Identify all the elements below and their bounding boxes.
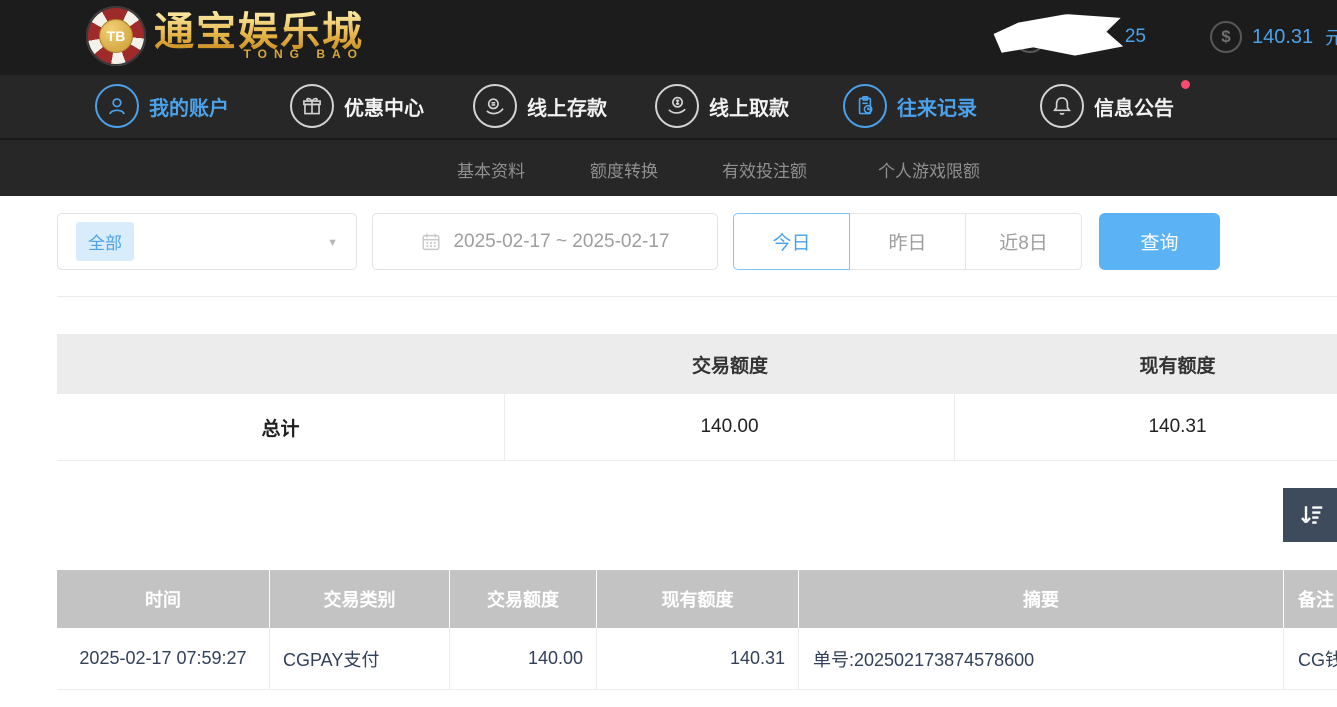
summary-header-empty bbox=[57, 334, 505, 394]
username-visible-suffix: 25 bbox=[1125, 26, 1146, 48]
quick-today-button[interactable]: 今日 bbox=[733, 213, 850, 270]
record-summary: 单号:202502173874578600 bbox=[799, 628, 1284, 689]
balance-display[interactable]: $ 140.31 元 bbox=[1210, 21, 1337, 53]
records-header-row: 时间 交易类别 交易额度 现有额度 摘要 备注 bbox=[57, 570, 1337, 628]
page: TB 通宝娱乐城 TONG BAO 25 $ 140.31 元 bbox=[0, 0, 1337, 707]
quick-date-buttons: 今日 昨日 近8日 bbox=[733, 213, 1082, 270]
type-select[interactable]: 全部 ▼ bbox=[57, 213, 357, 270]
username-masked: 25 bbox=[1054, 21, 1146, 53]
record-amount: 140.00 bbox=[450, 628, 597, 689]
nav-item-promotions[interactable]: 优惠中心 bbox=[290, 84, 424, 128]
subnav-quota-transfer[interactable]: 额度转换 bbox=[590, 157, 658, 182]
deposit-icon bbox=[473, 84, 517, 128]
chip-monogram: TB bbox=[99, 19, 133, 53]
quick-last8days-button[interactable]: 近8日 bbox=[965, 213, 1082, 270]
brand-logo[interactable]: TB 通宝娱乐城 TONG BAO bbox=[86, 6, 364, 66]
date-range-value: 2025-02-17 ~ 2025-02-17 bbox=[453, 231, 669, 253]
records-header-type: 交易类别 bbox=[270, 570, 450, 628]
records-header-time: 时间 bbox=[57, 570, 270, 628]
dropdown-caret-icon: ▼ bbox=[327, 237, 338, 249]
redaction-scribble bbox=[992, 10, 1123, 63]
withdraw-icon bbox=[655, 84, 699, 128]
calendar-icon bbox=[420, 231, 442, 253]
records-header-balance: 现有额度 bbox=[597, 570, 799, 628]
subnav-personal-game-limit[interactable]: 个人游戏限额 bbox=[878, 157, 980, 182]
main-navigation: 我的账户 优惠中心 线上存款 bbox=[0, 75, 1337, 138]
summary-total-balance: 140.31 bbox=[955, 394, 1337, 460]
dollar-icon: $ bbox=[1210, 21, 1242, 53]
query-button[interactable]: 查询 bbox=[1099, 213, 1220, 270]
brand-name-en: TONG BAO bbox=[244, 47, 364, 61]
records-table: 时间 交易类别 交易额度 现有额度 摘要 备注 2025-02-17 07:59… bbox=[57, 570, 1337, 690]
summary-header-balance: 现有额度 bbox=[955, 334, 1337, 394]
balance-amount: 140.31 bbox=[1252, 26, 1313, 49]
user-icon bbox=[95, 84, 139, 128]
nav-item-announcements[interactable]: 信息公告 bbox=[1040, 84, 1174, 128]
sub-navigation: 基本资料 额度转换 有效投注额 个人游戏限额 bbox=[0, 138, 1337, 196]
brand-text: 通宝娱乐城 TONG BAO bbox=[154, 11, 364, 61]
gift-icon bbox=[290, 84, 334, 128]
nav-item-online-withdraw[interactable]: 线上取款 bbox=[655, 84, 789, 128]
records-icon bbox=[843, 84, 887, 128]
records-header-summary: 摘要 bbox=[799, 570, 1284, 628]
record-type: CGPAY支付 bbox=[270, 628, 450, 689]
horizontal-divider bbox=[57, 296, 1337, 297]
type-selected-tag: 全部 bbox=[76, 222, 134, 261]
summary-header-row: 交易额度 现有额度 bbox=[57, 334, 1337, 394]
nav-item-my-account[interactable]: 我的账户 bbox=[95, 84, 229, 128]
record-time: 2025-02-17 07:59:27 bbox=[57, 628, 270, 689]
record-balance: 140.31 bbox=[597, 628, 799, 689]
summary-total-row: 总计 140.00 140.31 bbox=[57, 394, 1337, 461]
records-header-amount: 交易额度 bbox=[450, 570, 597, 628]
casino-chip-icon: TB bbox=[86, 6, 146, 66]
date-range-input[interactable]: 2025-02-17 ~ 2025-02-17 bbox=[372, 213, 718, 270]
nav-item-transaction-records[interactable]: 往来记录 bbox=[843, 84, 977, 128]
notification-dot bbox=[1181, 80, 1190, 89]
records-header-remark: 备注 bbox=[1284, 570, 1337, 628]
summary-table: 交易额度 现有额度 总计 140.00 140.31 bbox=[57, 334, 1337, 461]
nav-item-online-deposit[interactable]: 线上存款 bbox=[473, 84, 607, 128]
summary-header-amount: 交易额度 bbox=[505, 334, 955, 394]
subnav-valid-bets[interactable]: 有效投注额 bbox=[722, 157, 807, 182]
quick-yesterday-button[interactable]: 昨日 bbox=[849, 213, 966, 270]
account-info[interactable]: 25 bbox=[1014, 21, 1146, 53]
summary-total-amount: 140.00 bbox=[505, 394, 955, 460]
records-row: 2025-02-17 07:59:27 CGPAY支付 140.00 140.3… bbox=[57, 628, 1337, 690]
sort-descending-button[interactable] bbox=[1283, 488, 1337, 542]
record-remark: CG钱包 bbox=[1284, 628, 1337, 689]
balance-currency: 元 bbox=[1325, 24, 1337, 50]
topbar: TB 通宝娱乐城 TONG BAO 25 $ 140.31 元 bbox=[0, 0, 1337, 75]
subnav-basic-info[interactable]: 基本资料 bbox=[457, 157, 525, 182]
sort-descending-icon bbox=[1296, 500, 1326, 530]
summary-total-label: 总计 bbox=[57, 394, 505, 460]
bell-icon bbox=[1040, 84, 1084, 128]
